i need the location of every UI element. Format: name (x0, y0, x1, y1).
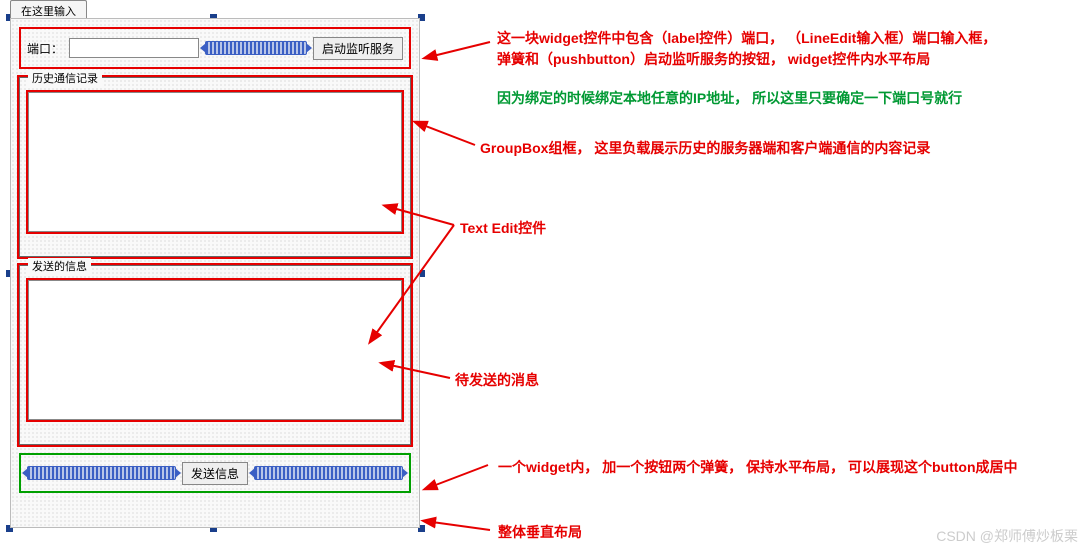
send-button[interactable]: 发送信息 (182, 462, 248, 485)
annotation-text: 一个widget内， 加一个按钮两个弹簧， 保持水平布局， 可以展现这个butt… (498, 457, 1018, 478)
port-widget: 端口： 启动监听服务 (19, 27, 411, 69)
annotation-text: 因为绑定的时候绑定本地任意的IP地址， 所以这里只要确定一下端口号就行 (497, 88, 962, 109)
horizontal-spacer-icon (205, 41, 307, 55)
watermark: CSDN @郑师傅炒板栗 (936, 526, 1078, 546)
horizontal-spacer-icon (27, 466, 176, 480)
form-container: 端口： 启动监听服务 历史通信记录 发送的信息 发送信息 (10, 18, 420, 528)
annotation-text: 弹簧和（pushbutton）启动监听服务的按钮， widget控件内水平布局 (497, 49, 996, 70)
annotation-text: GroupBox组框， 这里负载展示历史的服务器端和客户端通信的内容记录 (480, 138, 930, 159)
send-groupbox-title: 发送的信息 (28, 258, 91, 274)
send-textedit[interactable] (28, 280, 402, 420)
annotation-text: Text Edit控件 (460, 218, 546, 239)
port-label: 端口： (27, 40, 63, 57)
history-groupbox-title: 历史通信记录 (28, 70, 102, 86)
send-groupbox: 发送的信息 (19, 265, 411, 445)
history-groupbox: 历史通信记录 (19, 77, 411, 257)
horizontal-spacer-icon (254, 466, 403, 480)
annotation-text: 整体垂直布局 (498, 522, 582, 543)
start-listen-button[interactable]: 启动监听服务 (313, 37, 403, 60)
annotation-text: 这一块widget控件中包含（label控件）端口， （LineEdit输入框）… (497, 28, 996, 49)
port-input[interactable] (69, 38, 199, 58)
annotation-text: 待发送的消息 (455, 370, 539, 391)
history-textedit[interactable] (28, 92, 402, 232)
send-widget: 发送信息 (19, 453, 411, 493)
